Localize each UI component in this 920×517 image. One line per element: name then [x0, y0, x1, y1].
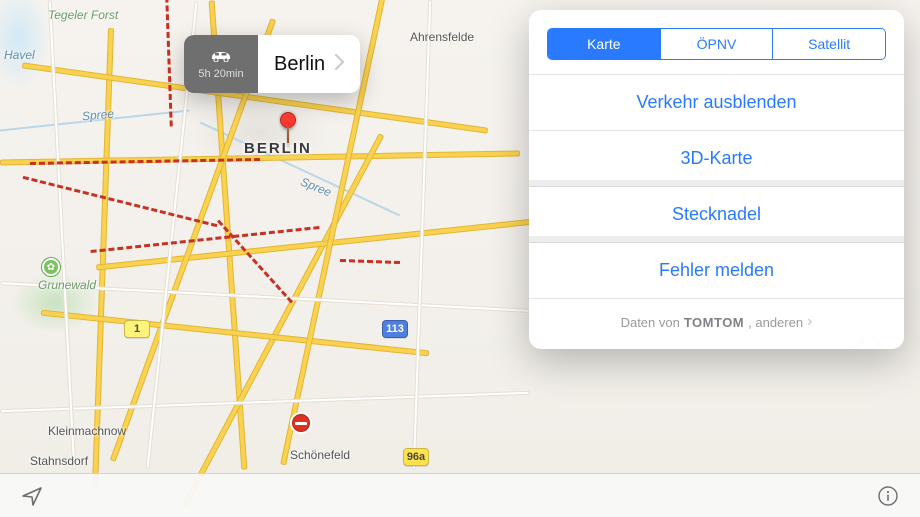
segment-satellite[interactable]: Satellit	[772, 29, 885, 59]
eta-label: 5h 20min	[198, 68, 243, 80]
map-settings-popover: Karte ÖPNV Satellit Verkehr ausblenden 3…	[529, 10, 904, 349]
segment-transit[interactable]: ÖPNV	[660, 29, 773, 59]
info-button[interactable]	[874, 482, 902, 510]
chevron-right-icon	[335, 53, 344, 76]
city-label: BERLIN	[244, 140, 312, 157]
chevron-right-icon: ›	[807, 313, 812, 331]
traffic	[340, 259, 400, 264]
credits-pre: Daten von	[621, 315, 680, 330]
bottom-toolbar	[0, 473, 920, 517]
traffic	[165, 0, 173, 127]
park-icon: ✿	[42, 258, 60, 276]
place-label: Grunewald	[38, 278, 96, 292]
car-icon	[209, 48, 233, 67]
place-label: Schönefeld	[290, 448, 350, 462]
road	[0, 391, 530, 413]
data-credits[interactable]: Daten von TOMTOM , anderen ›	[529, 298, 904, 349]
pin-callout[interactable]: 5h 20min Berlin	[184, 35, 360, 93]
tomtom-logo: TOMTOM	[684, 315, 744, 330]
map-type-segmented: Karte ÖPNV Satellit	[547, 28, 886, 60]
place-label: Stahnsdorf	[30, 454, 88, 468]
credits-post: , anderen	[748, 315, 803, 330]
toggle-3d-button[interactable]: 3D-Karte	[529, 130, 904, 186]
road	[92, 28, 114, 488]
locate-me-button[interactable]	[18, 482, 46, 510]
place-label: Ahrensfelde	[410, 30, 474, 44]
river-label: Spree	[81, 107, 114, 124]
drop-pin-button[interactable]: Stecknadel	[529, 186, 904, 242]
place-label: Tegeler Forst	[48, 8, 118, 22]
river-label: Havel	[4, 48, 35, 62]
report-problem-button[interactable]: Fehler melden	[529, 242, 904, 298]
map-pin[interactable]	[280, 112, 296, 128]
directions-button[interactable]: 5h 20min	[184, 35, 258, 93]
traffic	[23, 176, 218, 227]
river-label: Spree	[299, 175, 334, 200]
road-shield: 96a	[403, 448, 429, 466]
place-label: Kleinmachnow	[48, 424, 126, 438]
no-entry-icon	[290, 412, 312, 434]
road-shield: 1	[124, 320, 150, 338]
pin-title: Berlin	[274, 53, 325, 76]
road-shield: 113	[382, 320, 408, 338]
segment-map[interactable]: Karte	[548, 29, 660, 59]
toggle-traffic-button[interactable]: Verkehr ausblenden	[529, 74, 904, 130]
